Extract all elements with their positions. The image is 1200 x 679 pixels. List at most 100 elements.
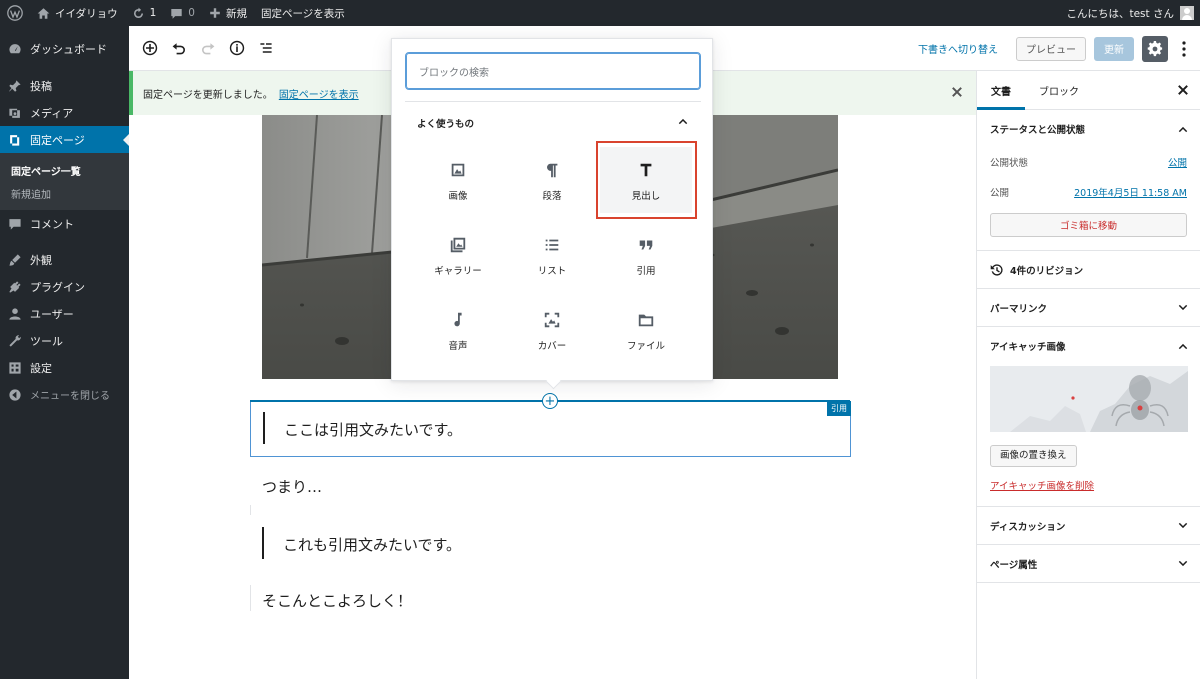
quote-text[interactable]: これも引用文みたいです。: [283, 534, 461, 555]
block-label: リスト: [537, 266, 567, 277]
block-label: 引用: [636, 266, 656, 277]
preview-button[interactable]: プレビュー: [1016, 36, 1086, 61]
discussion-panel-toggle[interactable]: ディスカッション: [977, 507, 1200, 544]
close-sidebar-button[interactable]: [1176, 83, 1190, 97]
new-content-link[interactable]: 新規: [202, 0, 254, 26]
submenu-all-pages[interactable]: 固定ページ一覧: [0, 159, 129, 182]
highlight-annotation-frame: [596, 141, 697, 219]
menu-appearance[interactable]: 外観: [0, 246, 129, 273]
chevron-up-icon[interactable]: [676, 114, 690, 128]
menu-label: コメント: [30, 217, 74, 231]
menu-label: 設定: [30, 361, 52, 375]
visibility-toggle[interactable]: 公開: [1168, 155, 1187, 169]
menu-pages[interactable]: 固定ページ: [0, 126, 129, 153]
wordpress-logo-icon[interactable]: [0, 0, 30, 26]
header-actions: 下書きへ切り替え プレビュー 更新: [918, 26, 1192, 71]
page-attributes-panel-toggle[interactable]: ページ属性: [977, 545, 1200, 582]
file-icon: [638, 314, 654, 327]
undo-button[interactable]: [167, 36, 191, 60]
quote-block-selected[interactable]: 引用 ここは引用文みたいです。: [250, 401, 851, 457]
tab-block[interactable]: ブロック: [1025, 71, 1093, 110]
block-label: ファイル: [626, 341, 665, 352]
block-item-audio[interactable]: 音声: [412, 297, 504, 363]
menu-media[interactable]: メディア: [0, 99, 129, 126]
block-item-paragraph[interactable]: 段落: [506, 147, 598, 213]
block-item-list[interactable]: リスト: [506, 222, 598, 288]
status-panel-toggle[interactable]: ステータスと公開状態: [977, 110, 1200, 147]
chevron-down-icon: [1176, 557, 1190, 571]
view-page-link[interactable]: 固定ページを表示: [254, 0, 352, 26]
panel-title: ステータスと公開状態: [990, 124, 1086, 136]
menu-comments[interactable]: コメント: [0, 210, 129, 237]
pin-icon: [9, 79, 21, 92]
featured-image-panel-toggle[interactable]: アイキャッチ画像: [977, 327, 1200, 364]
menu-label: ダッシュボード: [30, 42, 107, 56]
menu-label: 外観: [30, 253, 52, 267]
block-item-image[interactable]: 画像: [412, 147, 504, 213]
publish-label: 公開: [990, 188, 1010, 199]
block-item-cover[interactable]: カバー: [506, 297, 598, 363]
settings-toggle-button[interactable]: [1142, 35, 1168, 62]
settings-icon: [9, 361, 21, 374]
panel-title: ディスカッション: [990, 521, 1066, 533]
menu-settings[interactable]: 設定: [0, 354, 129, 381]
permalink-panel: パーマリンク: [977, 289, 1200, 327]
submenu-add-new[interactable]: 新規追加: [0, 182, 129, 205]
notice-close-button[interactable]: [950, 85, 964, 99]
content-info-button[interactable]: [225, 36, 249, 60]
update-button[interactable]: 更新: [1094, 36, 1134, 61]
block-navigation-button[interactable]: [254, 36, 278, 60]
featured-image-preview[interactable]: [990, 366, 1188, 432]
appearance-icon: [9, 253, 21, 266]
more-menu-button[interactable]: [1176, 40, 1192, 57]
redo-button[interactable]: [196, 36, 220, 60]
add-block-button[interactable]: [138, 36, 162, 60]
common-blocks-title[interactable]: よく使うもの: [417, 116, 474, 130]
home-icon: [37, 7, 50, 19]
admin-sidebar: ダッシュボード 投稿 メディア 固定ページ 固定ページ一覧 新規追加 コメント …: [0, 26, 129, 679]
notice-text: 固定ページを更新しました。: [143, 89, 273, 101]
menu-tools[interactable]: ツール: [0, 327, 129, 354]
menu-label: ユーザー: [30, 307, 74, 321]
block-item-gallery[interactable]: ギャラリー: [412, 222, 504, 288]
notice-view-page-link[interactable]: 固定ページを表示: [279, 86, 359, 101]
menu-posts[interactable]: 投稿: [0, 72, 129, 99]
paragraph-block[interactable]: つまり…: [262, 476, 322, 497]
paragraph-block[interactable]: そこんとこよろしく！: [262, 590, 412, 611]
comments-link[interactable]: 0: [163, 0, 202, 26]
replace-image-button[interactable]: 画像の置き換え: [990, 445, 1077, 467]
publish-date-toggle[interactable]: 2019年4月5日 11:58 AM: [1074, 185, 1187, 199]
menu-plugins[interactable]: プラグイン: [0, 273, 129, 300]
menu-dashboard[interactable]: ダッシュボード: [0, 35, 129, 62]
block-label: 音声: [448, 341, 468, 352]
quote-icon: [639, 240, 653, 250]
switch-to-draft-button[interactable]: 下書きへ切り替え: [918, 41, 998, 56]
updates-link[interactable]: 1: [125, 0, 164, 26]
close-icon: [1178, 85, 1188, 95]
block-inserter-popover: ブロックの検索 よく使うもの 画像 段落 見出し ギャラリー リスト 引用 音声…: [391, 38, 713, 381]
remove-featured-image-link[interactable]: アイキャッチ画像を削除: [990, 478, 1187, 492]
image-icon: [451, 163, 465, 177]
greeting: こんにちは、test さん: [1066, 7, 1174, 20]
tab-document[interactable]: 文書: [977, 71, 1025, 110]
site-name-link[interactable]: イイダリョウ: [30, 0, 125, 26]
gear-icon: [1147, 40, 1163, 56]
paragraph-icon: [547, 163, 558, 178]
block-type-tag: 引用: [827, 401, 851, 416]
menu-users[interactable]: ユーザー: [0, 300, 129, 327]
list-outline-icon: [260, 43, 272, 53]
plugins-icon: [9, 280, 21, 293]
collapse-menu-button[interactable]: メニューを閉じる: [0, 381, 129, 408]
permalink-panel-toggle[interactable]: パーマリンク: [977, 289, 1200, 326]
move-to-trash-button[interactable]: ゴミ箱に移動: [990, 213, 1187, 237]
block-item-file[interactable]: ファイル: [600, 297, 692, 363]
revisions-link[interactable]: 4件のリビジョン: [977, 251, 1200, 288]
my-account[interactable]: こんにちは、test さん: [1066, 6, 1200, 21]
block-item-quote[interactable]: 引用: [600, 222, 692, 288]
settings-tabs: 文書 ブロック: [977, 71, 1200, 110]
info-icon: [229, 40, 245, 56]
revisions-label: 4件のリビジョン: [1010, 265, 1084, 277]
comments-icon: [9, 218, 21, 230]
block-search-input[interactable]: ブロックの検索: [405, 52, 701, 90]
quote-text[interactable]: ここは引用文みたいです。: [284, 419, 462, 440]
